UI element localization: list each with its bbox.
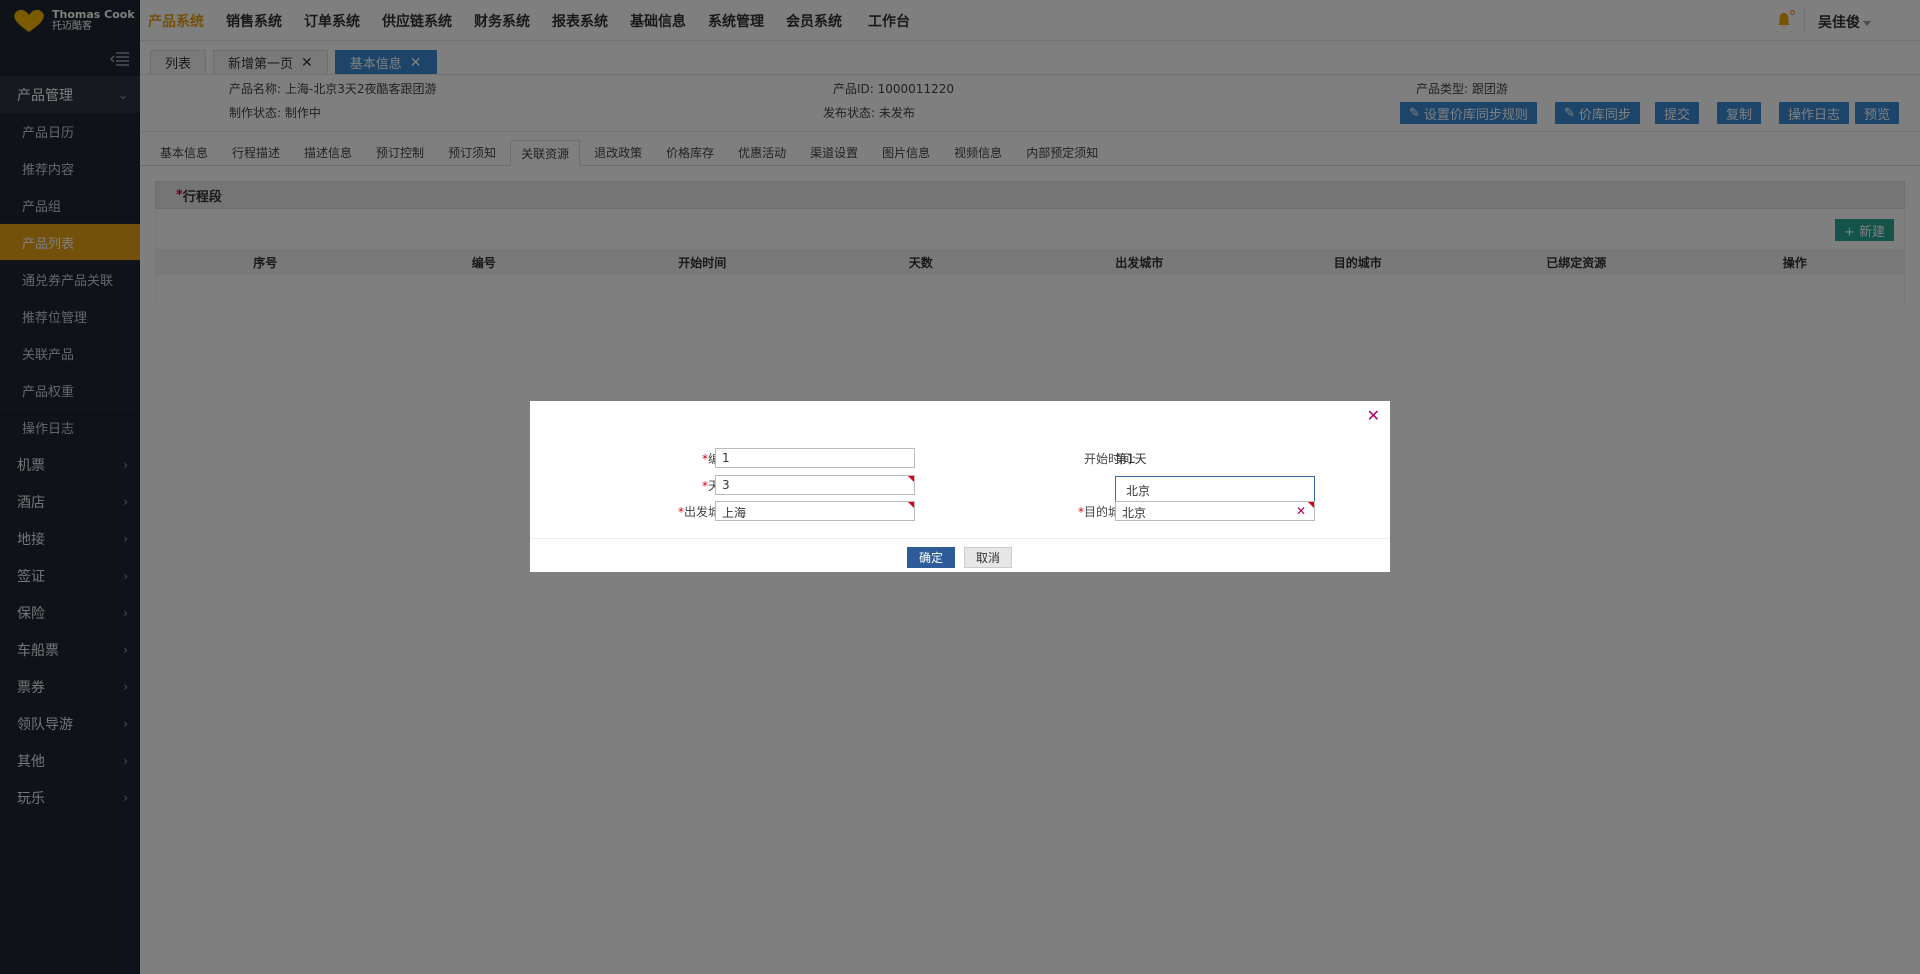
days-value: 3	[722, 478, 730, 492]
days-input[interactable]: 3	[715, 475, 915, 495]
from-city-value: 上海	[722, 506, 747, 520]
clear-icon[interactable]: ✕	[1296, 504, 1306, 518]
confirm-button[interactable]: 确定	[907, 547, 955, 568]
to-city-input[interactable]: 北京 ✕	[1115, 501, 1315, 521]
close-icon[interactable]: ✕	[1367, 406, 1380, 425]
code-input[interactable]: 1	[715, 448, 915, 468]
from-city-input[interactable]: 上海	[715, 501, 915, 521]
cancel-button[interactable]: 取消	[964, 547, 1012, 568]
dialog-footer: 确定 取消	[530, 538, 1390, 572]
city-suggestion[interactable]: 北京	[1115, 476, 1315, 502]
to-city-value: 北京	[1122, 506, 1147, 520]
code-value: 1	[722, 451, 730, 465]
start-time-value: 第1天	[1115, 452, 1147, 466]
segment-dialog: ✕ *编号: 1 *天数: 3 *出发城市: 上海 开始时间: 第1天 北京 *…	[530, 401, 1390, 572]
suggestion-text: 北京	[1126, 484, 1151, 498]
